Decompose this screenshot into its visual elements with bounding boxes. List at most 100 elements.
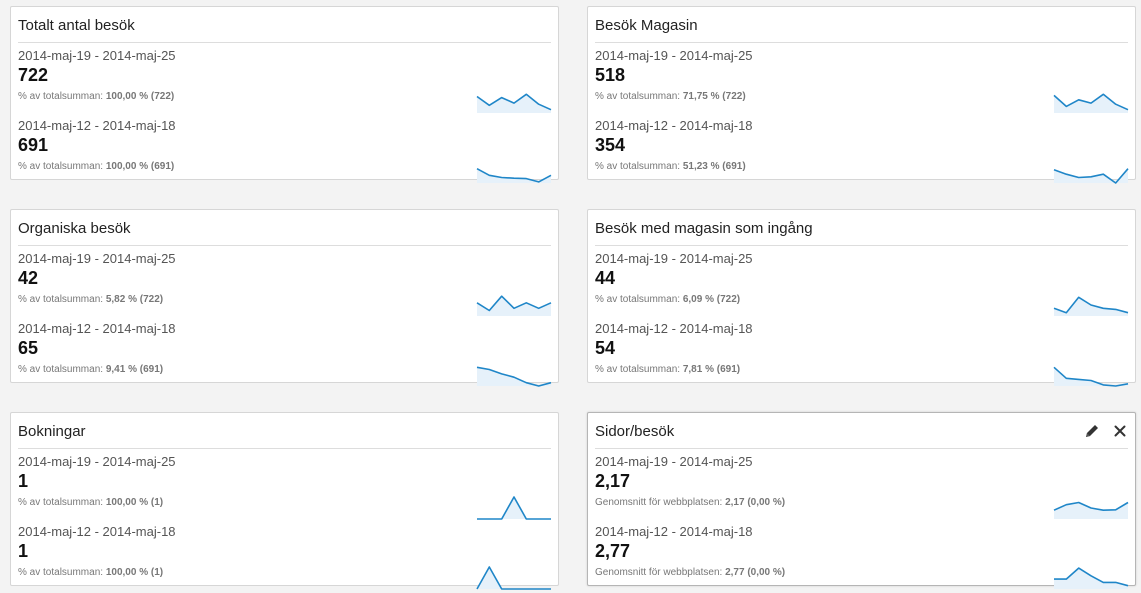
- metric-value: 722: [18, 65, 49, 85]
- sparkline-line: [476, 295, 552, 312]
- close-icon[interactable]: [1112, 423, 1128, 439]
- widget-title: Totalt antal besök: [18, 17, 135, 34]
- percent-label: % av totalsumman:: [18, 91, 104, 102]
- sparkline: [1053, 93, 1129, 113]
- metric-row: 2014-maj-12 - 2014-maj-18 54 % av totals…: [595, 318, 1129, 388]
- percent-of-total: % av totalsumman: 100,00 % (691): [18, 161, 174, 172]
- percent-value: 5,82 % (722): [105, 294, 164, 305]
- widget-header: Besök Magasin: [595, 7, 1128, 43]
- widget-magazine-visits: Besök Magasin 2014-maj-19 - 2014-maj-25 …: [587, 6, 1136, 184]
- average-label: Genomsnitt för webbplatsen:: [595, 567, 723, 578]
- percent-of-total: % av totalsumman: 100,00 % (722): [18, 91, 174, 102]
- sparkline: [476, 366, 552, 387]
- percent-label: % av totalsumman:: [18, 294, 104, 305]
- widget-organic-visits: Organiska besök 2014-maj-19 - 2014-maj-2…: [10, 209, 559, 387]
- metric-value: 354: [595, 135, 626, 155]
- sparkline-area: [1054, 297, 1128, 316]
- widget-header: Totalt antal besök: [18, 7, 551, 43]
- metric-value: 518: [595, 65, 626, 85]
- sparkline: [476, 566, 551, 590]
- metric-value: 691: [18, 135, 49, 155]
- widget-header: Organiska besök: [18, 210, 551, 246]
- metric-row: 2014-maj-19 - 2014-maj-25 42 % av totals…: [18, 248, 552, 318]
- sparkline-area: [477, 497, 551, 519]
- percent-value: 100,00 % (1): [105, 567, 164, 578]
- sparkline: [1054, 567, 1129, 589]
- percent-label: % av totalsumman:: [595, 364, 681, 375]
- metric-row: 2014-maj-19 - 2014-maj-25 518 % av total…: [595, 45, 1129, 115]
- metric-row: 2014-maj-19 - 2014-maj-25 1 % av totalsu…: [18, 451, 551, 521]
- sparkline: [476, 167, 552, 183]
- metric-value: 1: [18, 541, 29, 561]
- percent-value: 6,09 % (722): [682, 294, 741, 305]
- widget-header: Sidor/besök: [595, 413, 1128, 449]
- metric-value: 44: [595, 268, 616, 288]
- widget-title: Organiska besök: [18, 220, 131, 237]
- sparkline: [1053, 168, 1129, 184]
- widget-bookings: Bokningar 2014-maj-19 - 2014-maj-25 1 % …: [10, 412, 559, 590]
- sparkline: [476, 295, 552, 316]
- sparkline: [1053, 296, 1129, 316]
- date-range: 2014-maj-19 - 2014-maj-25: [595, 251, 753, 266]
- date-range: 2014-maj-12 - 2014-maj-18: [595, 118, 753, 133]
- widget-header: Bokningar: [18, 413, 551, 449]
- percent-of-total: % av totalsumman: 100,00 % (1): [18, 567, 163, 578]
- metric-value: 54: [595, 338, 616, 358]
- percent-label: % av totalsumman:: [18, 364, 104, 375]
- date-range: 2014-maj-19 - 2014-maj-25: [18, 251, 176, 266]
- site-average: Genomsnitt för webbplatsen: 2,17 (0,00 %…: [595, 497, 785, 508]
- widget-pages-per-visit[interactable]: Sidor/besök 2014-maj-19 - 2014-maj-25 2,…: [587, 412, 1136, 589]
- percent-label: % av totalsumman:: [595, 91, 681, 102]
- sparkline: [476, 93, 552, 113]
- percent-label: % av totalsumman:: [595, 161, 681, 172]
- date-range: 2014-maj-12 - 2014-maj-18: [18, 118, 176, 133]
- widget-title: Bokningar: [18, 423, 86, 440]
- percent-value: 7,81 % (691): [682, 364, 741, 375]
- percent-value: 100,00 % (722): [105, 91, 175, 102]
- sparkline-area: [477, 296, 551, 316]
- metric-row: 2014-maj-12 - 2014-maj-18 1 % av totalsu…: [18, 521, 551, 591]
- percent-of-total: % av totalsumman: 71,75 % (722): [595, 91, 746, 102]
- metric-value: 2,17: [595, 471, 631, 491]
- percent-value: 100,00 % (691): [105, 161, 175, 172]
- widget-header: Besök med magasin som ingång: [595, 210, 1128, 246]
- widget-magazine-entrance-visits: Besök med magasin som ingång 2014-maj-19…: [587, 209, 1136, 387]
- widget-total-visits: Totalt antal besök 2014-maj-19 - 2014-ma…: [10, 6, 559, 183]
- metric-value: 42: [18, 268, 39, 288]
- metric-value: 65: [18, 338, 39, 358]
- site-average: Genomsnitt för webbplatsen: 2,77 (0,00 %…: [595, 567, 785, 578]
- widget-title: Sidor/besök: [595, 423, 675, 440]
- date-range: 2014-maj-19 - 2014-maj-25: [18, 48, 176, 63]
- sparkline: [1053, 501, 1129, 519]
- metric-row: 2014-maj-12 - 2014-maj-18 2,77 Genomsnit…: [595, 521, 1129, 591]
- percent-label: % av totalsumman:: [18, 567, 104, 578]
- percent-of-total: % av totalsumman: 100,00 % (1): [18, 497, 163, 508]
- date-range: 2014-maj-12 - 2014-maj-18: [18, 524, 176, 539]
- date-range: 2014-maj-12 - 2014-maj-18: [595, 524, 753, 539]
- percent-label: % av totalsumman:: [18, 497, 104, 508]
- metric-row: 2014-maj-19 - 2014-maj-25 2,17 Genomsnit…: [595, 451, 1129, 521]
- date-range: 2014-maj-12 - 2014-maj-18: [595, 321, 753, 336]
- date-range: 2014-maj-19 - 2014-maj-25: [595, 454, 753, 469]
- date-range: 2014-maj-19 - 2014-maj-25: [18, 454, 176, 469]
- date-range: 2014-maj-19 - 2014-maj-25: [595, 48, 753, 63]
- dashboard-grid: Totalt antal besök 2014-maj-19 - 2014-ma…: [0, 0, 1141, 593]
- metric-row: 2014-maj-12 - 2014-maj-18 65 % av totals…: [18, 318, 552, 388]
- percent-of-total: % av totalsumman: 6,09 % (722): [595, 294, 740, 305]
- average-label: Genomsnitt för webbplatsen:: [595, 497, 723, 508]
- average-value: 2,77 (0,00 %): [725, 567, 786, 578]
- percent-value: 51,23 % (691): [682, 161, 746, 172]
- percent-value: 71,75 % (722): [682, 91, 746, 102]
- percent-label: % av totalsumman:: [18, 161, 104, 172]
- percent-of-total: % av totalsumman: 5,82 % (722): [18, 294, 163, 305]
- metric-row: 2014-maj-12 - 2014-maj-18 691 % av total…: [18, 115, 552, 185]
- metric-value: 2,77: [595, 541, 631, 561]
- widget-title: Besök Magasin: [595, 17, 698, 34]
- average-value: 2,17 (0,00 %): [725, 497, 786, 508]
- percent-value: 100,00 % (1): [105, 497, 164, 508]
- metric-value: 1: [18, 471, 29, 491]
- percent-value: 9,41 % (691): [105, 364, 164, 375]
- percent-of-total: % av totalsumman: 7,81 % (691): [595, 364, 740, 375]
- sparkline: [1053, 366, 1129, 387]
- pencil-icon[interactable]: [1084, 423, 1100, 439]
